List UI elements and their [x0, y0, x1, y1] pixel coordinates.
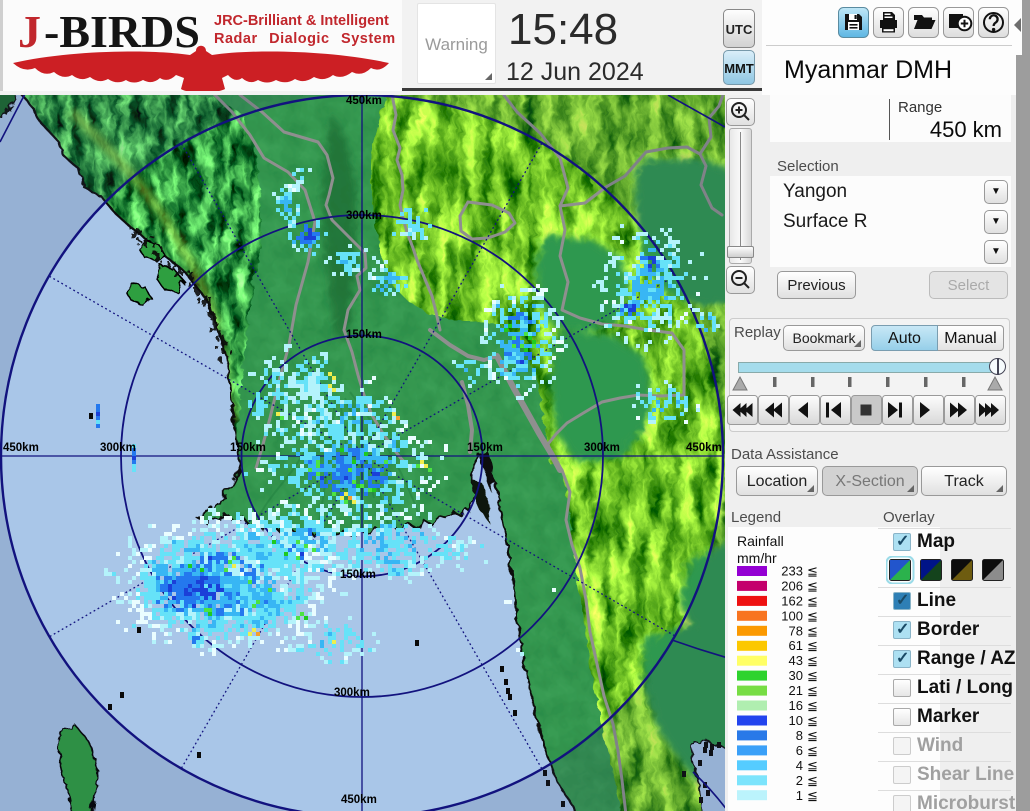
svg-text:61: 61	[789, 638, 803, 653]
svg-text:≦: ≦	[807, 698, 818, 713]
svg-text:≦: ≦	[807, 668, 818, 683]
svg-text:2: 2	[796, 773, 803, 788]
svg-text:150km: 150km	[346, 329, 382, 341]
svg-text:300km: 300km	[100, 442, 136, 454]
svg-text:78: 78	[789, 623, 803, 638]
svg-text:≦: ≦	[807, 758, 818, 773]
svg-text:450km: 450km	[686, 442, 722, 454]
svg-text:≦: ≦	[807, 728, 818, 743]
svg-text:≦: ≦	[807, 593, 818, 608]
svg-text:21: 21	[789, 683, 803, 698]
svg-text:150km: 150km	[467, 442, 503, 454]
svg-text:1: 1	[796, 788, 803, 803]
svg-text:8: 8	[796, 728, 803, 743]
svg-text:≦: ≦	[807, 566, 818, 579]
svg-text:16: 16	[789, 698, 803, 713]
svg-text:J: J	[18, 6, 41, 57]
svg-text:100: 100	[781, 608, 803, 623]
svg-text:-BIRDS: -BIRDS	[44, 6, 200, 57]
svg-text:206: 206	[781, 578, 803, 593]
svg-text:≦: ≦	[807, 713, 818, 728]
svg-text:150km: 150km	[230, 442, 266, 454]
svg-text:≦: ≦	[807, 773, 818, 788]
svg-text:≦: ≦	[807, 683, 818, 698]
svg-text:300km: 300km	[584, 442, 620, 454]
svg-text:≦: ≦	[807, 638, 818, 653]
svg-text:10: 10	[789, 713, 803, 728]
svg-text:≦: ≦	[807, 743, 818, 758]
svg-text:300km: 300km	[334, 687, 370, 699]
svg-text:6: 6	[796, 743, 803, 758]
svg-text:450km: 450km	[346, 95, 382, 107]
svg-text:≦: ≦	[807, 578, 818, 593]
svg-text:450km: 450km	[3, 442, 39, 454]
svg-text:162: 162	[781, 593, 803, 608]
svg-text:300km: 300km	[346, 210, 382, 222]
svg-text:≦: ≦	[807, 623, 818, 638]
svg-text:≦: ≦	[807, 653, 818, 668]
svg-text:≦: ≦	[807, 788, 818, 803]
svg-text:Radar Dialogic System: Radar Dialogic System	[214, 31, 396, 47]
svg-text:450km: 450km	[341, 794, 377, 806]
svg-text:30: 30	[789, 668, 803, 683]
svg-text:43: 43	[789, 653, 803, 668]
svg-text:JRC-Brilliant & Intelligent: JRC-Brilliant & Intelligent	[214, 13, 389, 29]
svg-text:4: 4	[796, 758, 803, 773]
svg-text:150km: 150km	[340, 569, 376, 581]
svg-text:233: 233	[781, 566, 803, 579]
svg-text:≦: ≦	[807, 608, 818, 623]
